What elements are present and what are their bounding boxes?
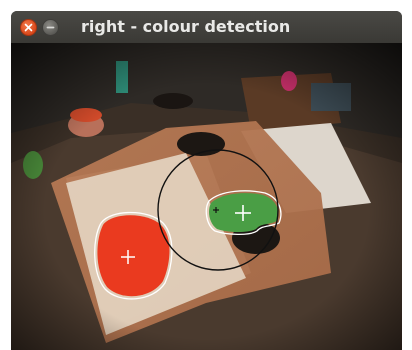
camera-view [11, 43, 402, 350]
minimize-icon [46, 26, 55, 29]
window-title: right - colour detection [81, 17, 291, 36]
lens-vignette [11, 43, 402, 350]
app-window: right - colour detection [11, 11, 402, 350]
title-bar[interactable]: right - colour detection [11, 11, 402, 43]
minimize-button[interactable] [42, 19, 59, 36]
close-button[interactable] [20, 19, 37, 36]
close-icon [24, 23, 33, 32]
